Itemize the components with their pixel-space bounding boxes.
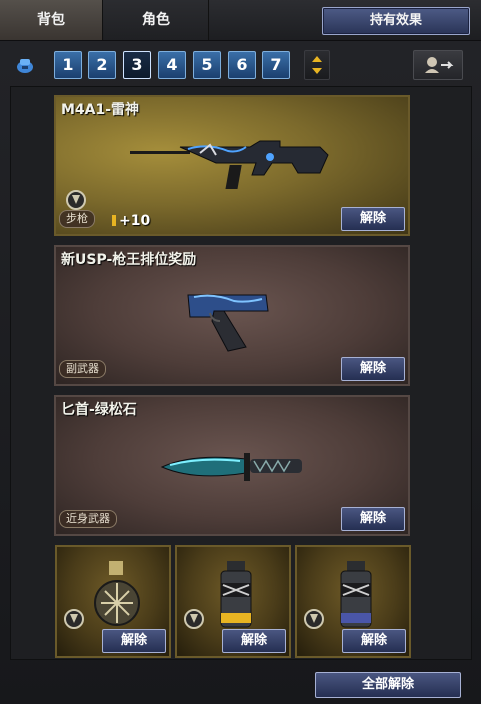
- page-button-4[interactable]: 4: [158, 51, 186, 79]
- page-button-1[interactable]: 1: [54, 51, 82, 79]
- weapon-name: M4A1-雷神: [61, 102, 140, 118]
- grenade-slot[interactable]: 解除: [55, 545, 171, 658]
- bonus-value: +10: [119, 213, 151, 229]
- unequip-button[interactable]: 解除: [222, 629, 286, 653]
- tab-backpack[interactable]: 背包: [0, 0, 103, 40]
- vip-badge-icon: [304, 609, 324, 629]
- weapon-type-badge: 副武器: [59, 360, 106, 378]
- unequip-button[interactable]: 解除: [341, 207, 405, 231]
- weapon-type-badge: 近身武器: [59, 510, 117, 528]
- chevron-down-icon[interactable]: [312, 68, 322, 74]
- share-icon: [425, 57, 454, 73]
- pistol-icon: [187, 294, 269, 352]
- inventory-window: 背包 角色 持有效果 1 2 3 4 5 6 7 M4A1-雷神 步枪 +10 …: [0, 0, 481, 704]
- backpack-icon: [17, 59, 33, 73]
- melee-weapon-card[interactable]: 匕首-绿松石 近身武器 解除: [54, 395, 410, 536]
- grenade-slot[interactable]: 解除: [295, 545, 411, 658]
- page-button-6[interactable]: 6: [228, 51, 256, 79]
- grenade-slot[interactable]: 解除: [175, 545, 291, 658]
- holding-effect-button[interactable]: 持有效果: [322, 7, 470, 35]
- knife-icon: [160, 453, 302, 481]
- bullet-icon: [112, 215, 116, 226]
- smoke-grenade-icon: [220, 561, 252, 628]
- vip-badge-icon: [66, 190, 86, 210]
- page-button-2[interactable]: 2: [88, 51, 116, 79]
- rifle-icon: [130, 140, 329, 189]
- secondary-weapon-card[interactable]: 新USP-枪王排位奖励 副武器 解除: [54, 245, 410, 386]
- weapon-name: 匕首-绿松石: [61, 402, 137, 418]
- page-button-7[interactable]: 7: [262, 51, 290, 79]
- share-button[interactable]: [413, 50, 463, 80]
- page-button-3[interactable]: 3: [123, 51, 151, 79]
- flash-grenade-icon: [340, 561, 372, 628]
- weapon-type-badge: 步枪: [59, 210, 95, 228]
- page-button-5[interactable]: 5: [193, 51, 221, 79]
- vip-badge-icon: [184, 609, 204, 629]
- tab-character[interactable]: 角色: [104, 0, 209, 40]
- weapon-bonus: +10: [112, 213, 150, 229]
- unequip-button[interactable]: 解除: [342, 629, 406, 653]
- unequip-button[interactable]: 解除: [341, 507, 405, 531]
- primary-weapon-card[interactable]: M4A1-雷神 步枪 +10 解除: [54, 95, 410, 236]
- unequip-all-button[interactable]: 全部解除: [315, 672, 461, 698]
- unequip-button[interactable]: 解除: [102, 629, 166, 653]
- frag-grenade-icon: [94, 561, 140, 626]
- vip-badge-icon: [64, 609, 84, 629]
- chevron-up-icon[interactable]: [312, 56, 322, 62]
- unequip-button[interactable]: 解除: [341, 357, 405, 381]
- page-scroll-arrows: [304, 50, 330, 80]
- weapon-name: 新USP-枪王排位奖励: [61, 252, 197, 268]
- top-bar: 背包 角色 持有效果: [0, 0, 481, 41]
